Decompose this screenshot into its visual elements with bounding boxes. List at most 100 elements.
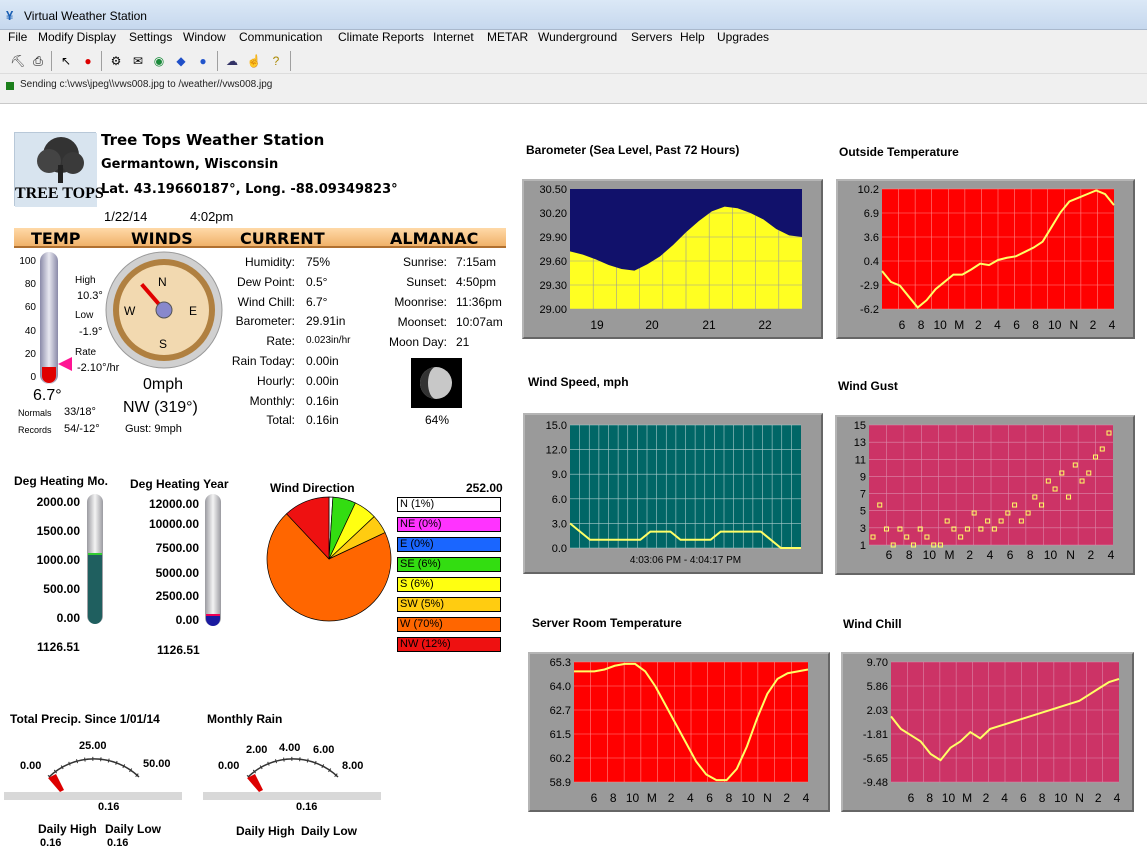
menu-internet[interactable]: Internet bbox=[433, 30, 474, 44]
y-tick-label: 5 bbox=[860, 506, 866, 518]
temp-high: 10.3° bbox=[77, 290, 103, 302]
temp-normals-label: Normals bbox=[18, 408, 52, 418]
y-tick-label: 3.0 bbox=[552, 518, 567, 530]
precip-value: 0.16 bbox=[98, 801, 120, 813]
x-tick-label: 8 bbox=[906, 548, 913, 562]
y-tick-label: 9.0 bbox=[552, 469, 567, 481]
almanac-label: Moon Day: bbox=[388, 335, 447, 349]
x-tick-label: 21 bbox=[702, 318, 716, 332]
menu-wunderground[interactable]: Wunderground bbox=[538, 30, 617, 44]
x-tick-label: 10 bbox=[742, 791, 756, 805]
header-winds: WINDS bbox=[131, 229, 193, 248]
window-title: Virtual Weather Station bbox=[24, 9, 147, 23]
menu-modify-display[interactable]: Modify Display bbox=[38, 30, 116, 44]
x-tick-label: 4 bbox=[1114, 791, 1121, 805]
menu-climate-reports[interactable]: Climate Reports bbox=[338, 30, 424, 44]
almanac-value: 4:50pm bbox=[456, 275, 497, 289]
temp-records-label: Records bbox=[18, 425, 52, 435]
precip-daily-high-label: Daily High bbox=[38, 822, 97, 836]
help-pointer-icon[interactable]: ☝ bbox=[246, 53, 262, 69]
help-icon[interactable]: ? bbox=[268, 53, 284, 69]
temp-reading: 6.7° bbox=[33, 387, 62, 404]
y-tick-label: 3 bbox=[860, 523, 866, 535]
temp-scale-tick: 100 bbox=[19, 256, 36, 267]
x-tick-label: 6 bbox=[908, 791, 915, 805]
current-value: 75% bbox=[306, 255, 331, 269]
menu-settings[interactable]: Settings bbox=[129, 30, 172, 44]
y-tick-label: -9.48 bbox=[863, 777, 888, 789]
status-icon bbox=[6, 82, 14, 90]
menu-communication[interactable]: Communication bbox=[239, 30, 322, 44]
rain-title: Monthly Rain bbox=[207, 712, 283, 726]
y-tick-label: 58.9 bbox=[550, 777, 571, 789]
x-tick-label: 4 bbox=[987, 548, 994, 562]
y-tick-label: 30.20 bbox=[539, 208, 567, 220]
print-icon[interactable]: ⎙ bbox=[30, 53, 46, 69]
precip-title: Total Precip. Since 1/01/14 bbox=[10, 712, 160, 726]
x-tick-label: 2 bbox=[1087, 548, 1094, 562]
current-label: Monthly: bbox=[249, 393, 295, 408]
almanac-value: 11:36pm bbox=[456, 295, 502, 309]
menu-metar[interactable]: METAR bbox=[487, 30, 528, 44]
temp-scale-tick: 0 bbox=[30, 372, 36, 383]
menu-file[interactable]: File bbox=[8, 30, 27, 44]
chart-title-wind-speed: Wind Speed, mph bbox=[528, 375, 629, 389]
mail-icon[interactable]: ✉ bbox=[130, 53, 146, 69]
chart-title-wind-gust: Wind Gust bbox=[838, 379, 898, 393]
y-tick-label: 7 bbox=[860, 489, 866, 501]
header-current: CURRENT bbox=[240, 229, 325, 248]
x-tick-label: 10 bbox=[1048, 318, 1062, 332]
menu-window[interactable]: Window bbox=[183, 30, 226, 44]
precip-daily-low-label: Daily Low bbox=[105, 822, 162, 836]
x-tick-label: M bbox=[945, 548, 955, 562]
heating-mo-tick: 500.00 bbox=[43, 582, 80, 596]
x-tick-label: 2 bbox=[1090, 318, 1097, 332]
globe-icon[interactable]: ◉ bbox=[151, 53, 167, 69]
toolbar-separator bbox=[101, 51, 102, 71]
wunderground-icon[interactable]: ● bbox=[195, 53, 211, 69]
moon-percent: 64% bbox=[425, 413, 450, 427]
metar-icon[interactable]: ◆ bbox=[173, 53, 189, 69]
menu-help[interactable]: Help bbox=[680, 30, 705, 44]
current-label: Barometer: bbox=[235, 314, 295, 329]
compass-e: E bbox=[189, 304, 198, 318]
wind-speed: 0mph bbox=[143, 376, 184, 393]
x-tick-label: 8 bbox=[926, 791, 933, 805]
station-logo: TREE TOPS bbox=[14, 132, 104, 207]
settings-icon[interactable]: ⚙ bbox=[108, 53, 124, 69]
y-tick-label: 2.03 bbox=[867, 705, 888, 717]
legend-item: S (6%) bbox=[397, 577, 501, 592]
precip-daily-low: 0.16 bbox=[107, 837, 129, 849]
x-tick-label: 10 bbox=[626, 791, 640, 805]
heating-yr-tick: 5000.00 bbox=[155, 566, 199, 580]
x-tick-label: 8 bbox=[610, 791, 617, 805]
current-label: Rain Today: bbox=[231, 354, 295, 368]
x-tick-label: 4 bbox=[1108, 548, 1115, 562]
pointer-icon[interactable]: ↖ bbox=[58, 53, 74, 69]
app-icon: ¥ bbox=[6, 8, 14, 23]
status-text: Sending c:\vws\jpeg\\vws008.jpg to /weat… bbox=[20, 79, 273, 90]
x-tick-label: 6 bbox=[886, 548, 893, 562]
y-tick-label: -1.81 bbox=[863, 729, 888, 741]
compass-s: S bbox=[159, 337, 168, 351]
rain-tick-2: 4.00 bbox=[279, 742, 301, 754]
alarm-icon[interactable]: ● bbox=[80, 53, 96, 69]
rain-value: 0.16 bbox=[296, 801, 318, 813]
heating-mo-tick: 1500.00 bbox=[36, 524, 80, 538]
x-tick-label: 2 bbox=[1095, 791, 1102, 805]
almanac-value: 7:15am bbox=[456, 255, 497, 269]
x-tick-label: 4 bbox=[803, 791, 810, 805]
precip-tick-0: 0.00 bbox=[20, 760, 42, 772]
legend-item: NE (0%) bbox=[397, 517, 501, 532]
menu-upgrades[interactable]: Upgrades bbox=[717, 30, 769, 44]
weather-icon[interactable]: ☁ bbox=[224, 53, 240, 69]
x-tick-label: 10 bbox=[942, 791, 956, 805]
precip-tick-1: 25.00 bbox=[79, 740, 107, 752]
connect-icon[interactable]: ⛏ bbox=[10, 53, 26, 69]
menu-servers[interactable]: Servers bbox=[631, 30, 672, 44]
header-temp: TEMP bbox=[31, 229, 81, 248]
x-tick-label: 10 bbox=[923, 548, 937, 562]
y-tick-label: 1 bbox=[860, 540, 866, 552]
heating-yr-tick: 2500.00 bbox=[155, 589, 199, 603]
barometer-chart: 30.50 30.20 29.90 29.60 29.30 29.00 19 20 21 22 bbox=[522, 179, 823, 339]
